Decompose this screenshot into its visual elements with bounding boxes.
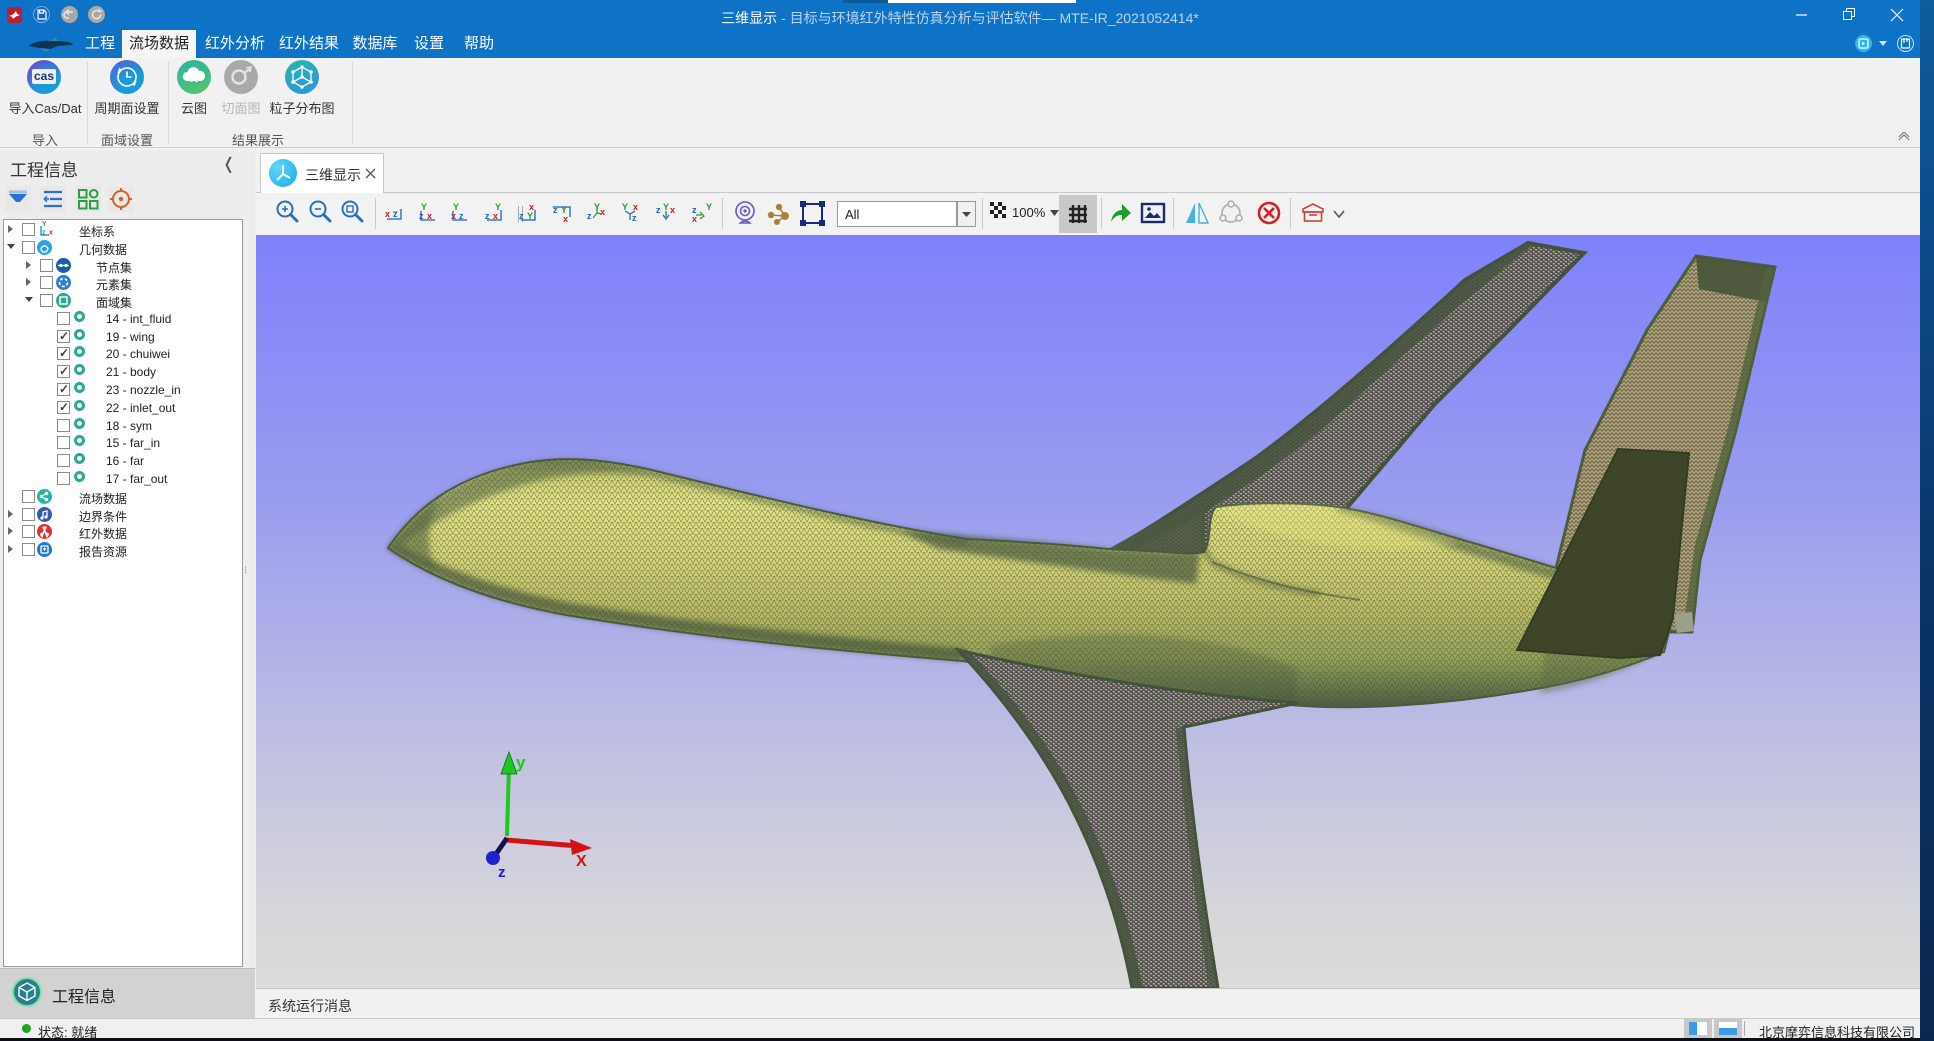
svg-text:x: x (670, 205, 675, 215)
svg-text:x: x (563, 214, 568, 224)
svg-text:z: z (632, 213, 637, 223)
svg-text:x: x (385, 209, 390, 219)
svg-text:Y: Y (495, 202, 501, 212)
svg-text:x: x (49, 230, 53, 237)
svg-text:z: z (587, 211, 592, 221)
svg-text:Y: Y (706, 202, 712, 212)
svg-text:z: z (42, 230, 46, 237)
svg-text:x: x (600, 207, 605, 217)
svg-text:X: X (576, 853, 587, 870)
svg-text:Y: Y (622, 202, 628, 212)
svg-text:z̅: z̅ (392, 209, 398, 219)
svg-text:z: z (498, 864, 506, 881)
svg-text:x: x (529, 202, 534, 212)
svg-text:y: y (516, 753, 526, 772)
svg-text:Y: Y (663, 202, 669, 212)
svg-text:x: x (633, 202, 638, 212)
svg-text:Y: Y (42, 221, 47, 228)
svg-text:z: z (656, 205, 661, 215)
